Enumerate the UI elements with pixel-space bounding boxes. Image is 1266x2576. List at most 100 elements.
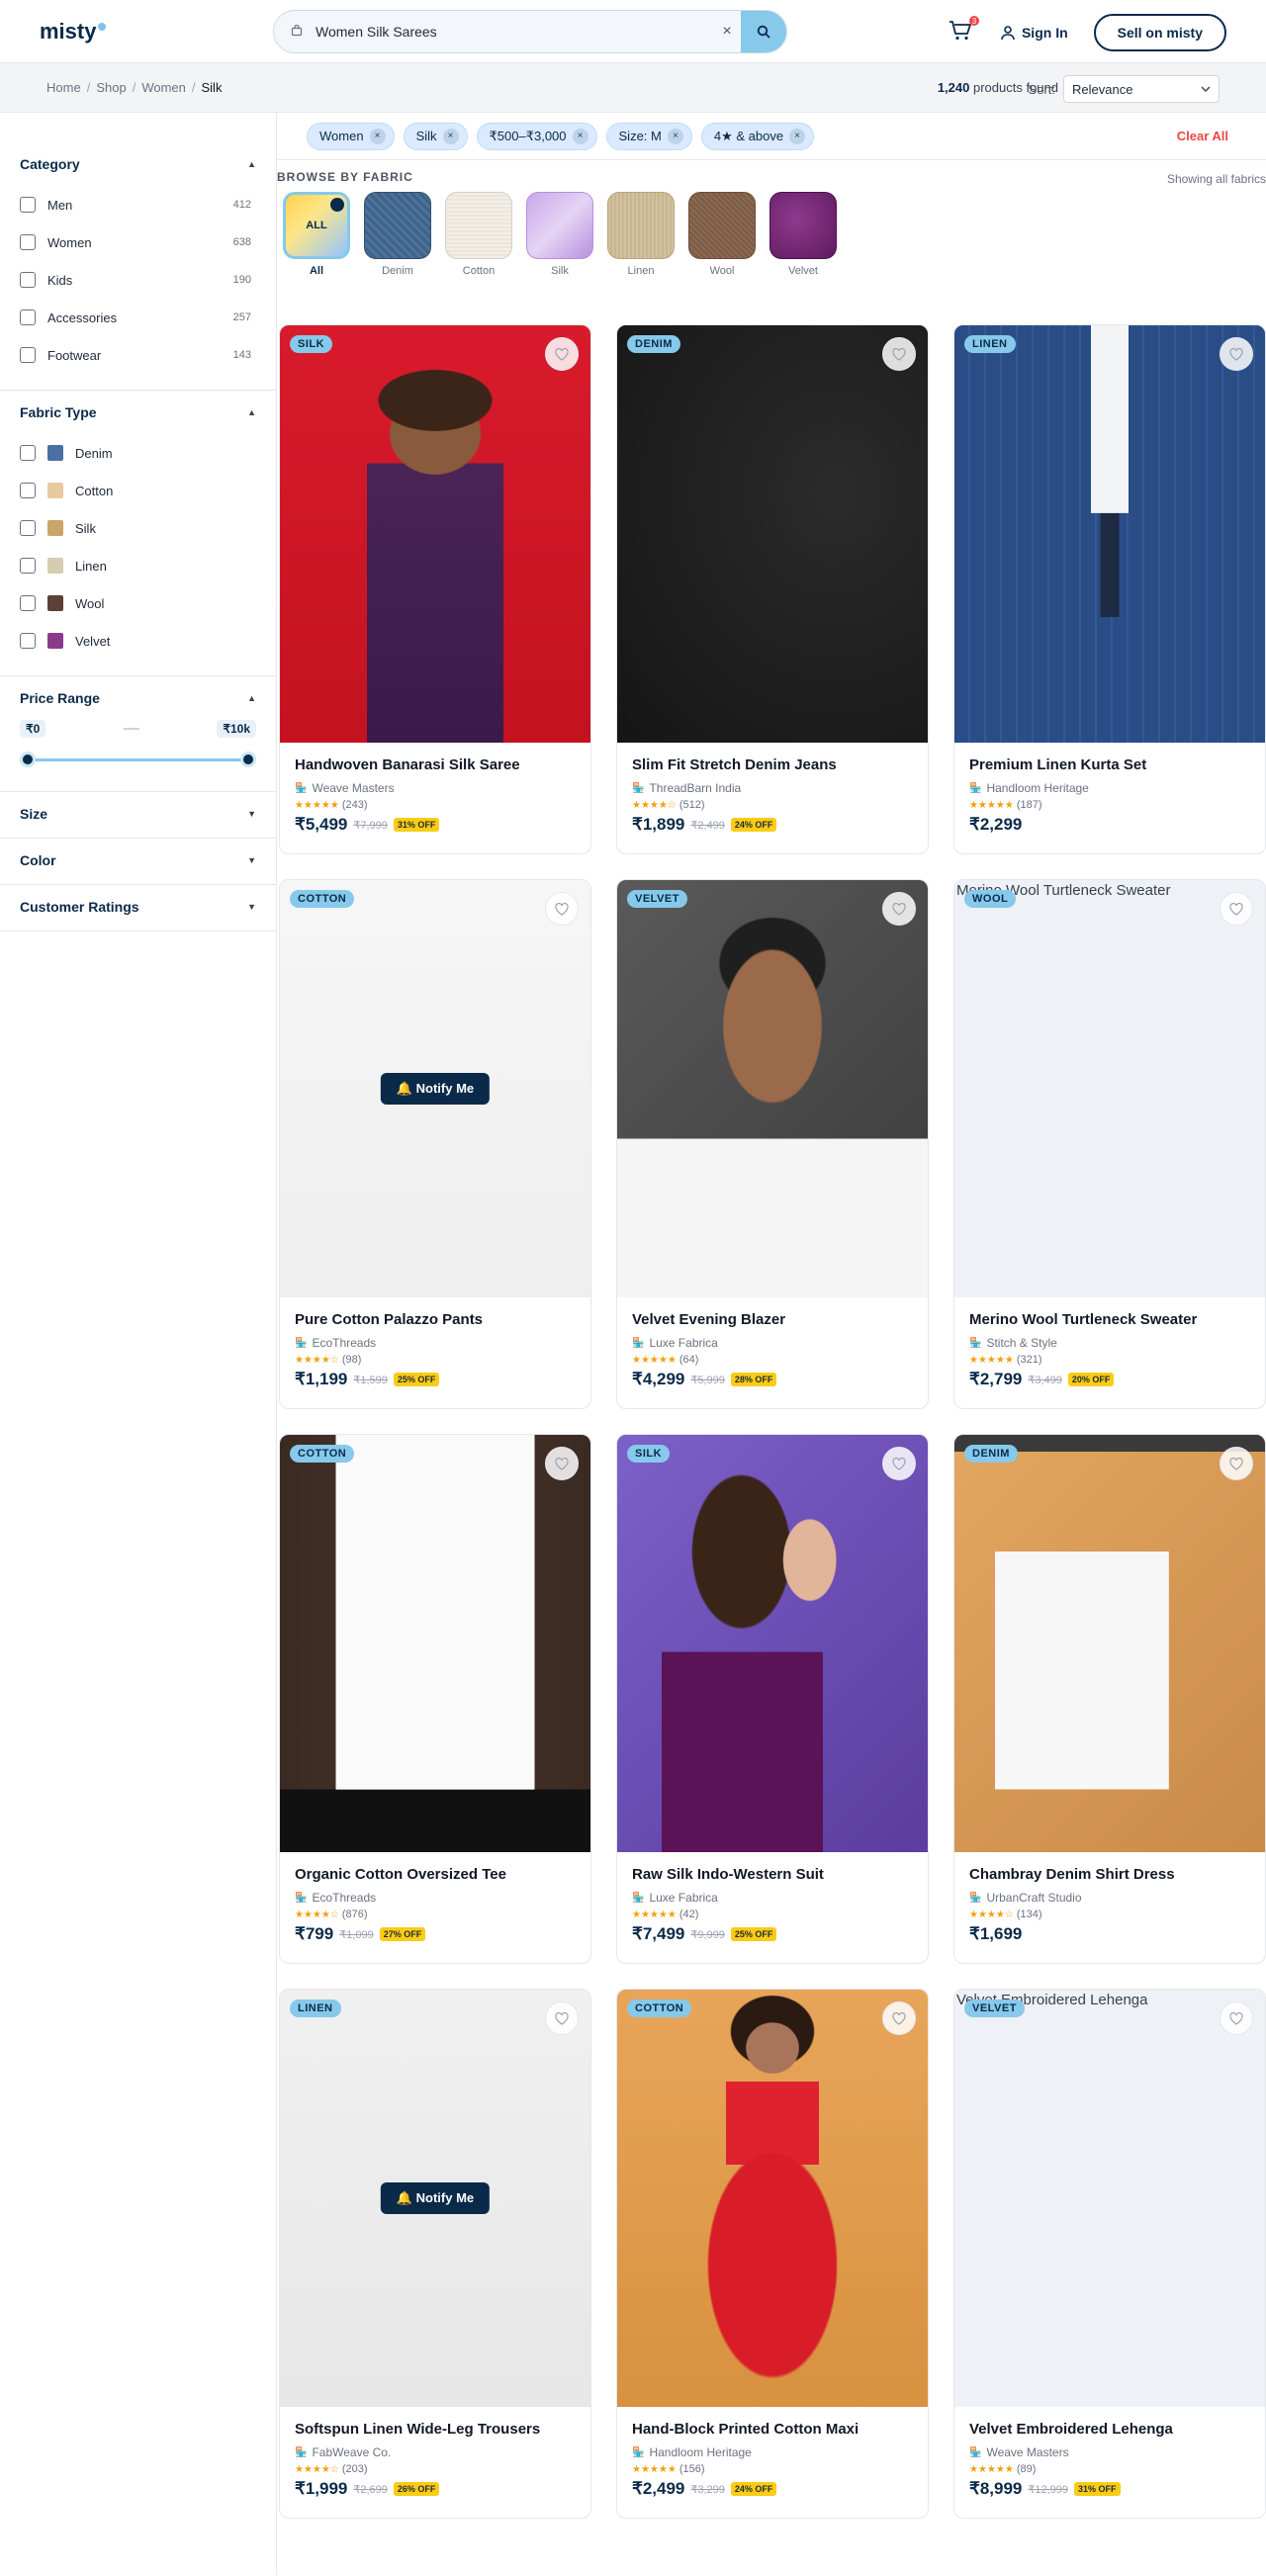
fabric-tile-silk[interactable]: Silk	[525, 192, 594, 277]
remove-chip-icon[interactable]: ×	[667, 128, 683, 144]
wishlist-heart-icon[interactable]	[545, 2001, 579, 2035]
price-min-handle[interactable]	[20, 752, 36, 767]
category-option[interactable]: Footwear 143	[20, 336, 256, 374]
checkbox[interactable]	[20, 633, 36, 649]
product-card[interactable]: COTTON Hand-Block Printed Cotton Maxi 🏪 Han…	[616, 1989, 929, 2519]
price-max-handle[interactable]	[240, 752, 256, 767]
fabric-tile-cotton[interactable]: Cotton	[444, 192, 513, 277]
fabric-tile-denim[interactable]: Denim	[363, 192, 432, 277]
product-title[interactable]: Slim Fit Stretch Denim Jeans	[632, 756, 913, 773]
sign-in-link[interactable]: Sign In	[1000, 25, 1068, 41]
checkbox[interactable]	[20, 483, 36, 498]
category-option[interactable]: Men 412	[20, 186, 256, 223]
product-title[interactable]: Organic Cotton Oversized Tee	[295, 1866, 576, 1883]
seller[interactable]: 🏪 Handloom Heritage	[969, 781, 1250, 795]
filter-chip[interactable]: ₹500–₹3,000 ×	[476, 122, 597, 150]
price-min[interactable]: ₹0	[20, 720, 46, 738]
wishlist-heart-icon[interactable]	[1220, 1447, 1253, 1480]
checkbox[interactable]	[20, 272, 36, 288]
fabric-tile-velvet[interactable]: Velvet	[769, 192, 838, 277]
wishlist-heart-icon[interactable]	[545, 337, 579, 371]
wishlist-heart-icon[interactable]	[545, 1447, 579, 1480]
product-title[interactable]: Raw Silk Indo-Western Suit	[632, 1866, 913, 1883]
product-title[interactable]: Velvet Embroidered Lehenga	[969, 2421, 1250, 2438]
seller[interactable]: 🏪 EcoThreads	[295, 1336, 576, 1350]
seller[interactable]: 🏪 FabWeave Co.	[295, 2445, 576, 2459]
product-title[interactable]: Hand-Block Printed Cotton Maxi	[632, 2421, 913, 2438]
remove-chip-icon[interactable]: ×	[572, 128, 588, 144]
seller[interactable]: 🏪 UrbanCraft Studio	[969, 1891, 1250, 1905]
seller[interactable]: 🏪 Handloom Heritage	[632, 2445, 913, 2459]
search-button[interactable]	[741, 11, 786, 52]
checkbox[interactable]	[20, 595, 36, 611]
filter-chip[interactable]: 4★ & above ×	[700, 122, 815, 150]
cart-button[interactable]: 3	[949, 16, 979, 45]
wishlist-heart-icon[interactable]	[882, 1447, 916, 1480]
breadcrumb-shop[interactable]: Shop	[96, 80, 126, 95]
fabric-tile-wool[interactable]: Wool	[687, 192, 757, 277]
product-card[interactable]: COTTON Organic Cotton Oversized Tee 🏪 EcoTh…	[279, 1434, 591, 1964]
color-filter-header[interactable]: Color ▼	[20, 852, 256, 868]
clear-all-link[interactable]: Clear All	[1177, 129, 1228, 143]
category-option[interactable]: Accessories 257	[20, 299, 256, 336]
filter-chip[interactable]: Silk ×	[403, 122, 468, 150]
checkbox[interactable]	[20, 234, 36, 250]
breadcrumb-women[interactable]: Women	[141, 80, 186, 95]
wishlist-heart-icon[interactable]	[882, 2001, 916, 2035]
category-option[interactable]: Women 638	[20, 223, 256, 261]
wishlist-heart-icon[interactable]	[1220, 892, 1253, 926]
fabric-option[interactable]: Cotton	[20, 472, 256, 509]
checkbox[interactable]	[20, 558, 36, 574]
checkbox[interactable]	[20, 520, 36, 536]
product-title[interactable]: Merino Wool Turtleneck Sweater	[969, 1311, 1250, 1328]
fabric-option[interactable]: Wool	[20, 584, 256, 622]
wishlist-heart-icon[interactable]	[882, 337, 916, 371]
seller[interactable]: 🏪 Stitch & Style	[969, 1336, 1250, 1350]
checkbox[interactable]	[20, 347, 36, 363]
category-option[interactable]: Kids 190	[20, 261, 256, 299]
product-card[interactable]: SILK Handwoven Banarasi Silk Saree 🏪 Weave …	[279, 324, 591, 854]
product-title[interactable]: Premium Linen Kurta Set	[969, 756, 1250, 773]
seller[interactable]: 🏪 ThreadBarn India	[632, 781, 913, 795]
product-title[interactable]: Chambray Denim Shirt Dress	[969, 1866, 1250, 1883]
fabric-option[interactable]: Linen	[20, 547, 256, 584]
seller[interactable]: 🏪 Luxe Fabrica	[632, 1336, 913, 1350]
ratings-filter-header[interactable]: Customer Ratings ▼	[20, 899, 256, 915]
breadcrumb-home[interactable]: Home	[46, 80, 81, 95]
remove-chip-icon[interactable]: ×	[442, 128, 459, 144]
product-card[interactable]: COTTON 🔔 Notify Me Pure Cotton Palazzo Pan…	[279, 879, 591, 1409]
product-title[interactable]: Softspun Linen Wide-Leg Trousers	[295, 2421, 576, 2438]
product-title[interactable]: Handwoven Banarasi Silk Saree	[295, 756, 576, 773]
fabric-option[interactable]: Velvet	[20, 622, 256, 660]
wishlist-heart-icon[interactable]	[1220, 337, 1253, 371]
remove-chip-icon[interactable]: ×	[789, 128, 806, 144]
seller[interactable]: 🏪 EcoThreads	[295, 1891, 576, 1905]
fabric-option[interactable]: Silk	[20, 509, 256, 547]
clear-search-icon[interactable]: ×	[713, 23, 741, 41]
seller[interactable]: 🏪 Weave Masters	[969, 2445, 1250, 2459]
wishlist-heart-icon[interactable]	[545, 892, 579, 926]
product-card[interactable]: LINEN Premium Linen Kurta Set 🏪 Handloom He…	[953, 324, 1266, 854]
logo[interactable]: misty	[40, 19, 274, 44]
sort-select[interactable]: Relevance	[1063, 75, 1220, 103]
product-card[interactable]: LINEN 🔔 Notify Me Softspun Linen Wide-Leg …	[279, 1989, 591, 2519]
product-title[interactable]: Pure Cotton Palazzo Pants	[295, 1311, 576, 1328]
seller[interactable]: 🏪 Weave Masters	[295, 781, 576, 795]
price-max[interactable]: ₹10k	[217, 720, 256, 738]
product-card[interactable]: Merino Wool Turtleneck Sweater WOOL Merino…	[953, 879, 1266, 1409]
checkbox[interactable]	[20, 197, 36, 213]
search-input[interactable]	[310, 24, 713, 40]
product-title[interactable]: Velvet Evening Blazer	[632, 1311, 913, 1328]
fabric-tile-all[interactable]: ALL ✓ All	[282, 192, 351, 277]
wishlist-heart-icon[interactable]	[882, 892, 916, 926]
checkbox[interactable]	[20, 445, 36, 461]
notify-me-button[interactable]: 🔔 Notify Me	[380, 2182, 491, 2214]
price-slider[interactable]	[20, 752, 256, 767]
wishlist-heart-icon[interactable]	[1220, 2001, 1253, 2035]
remove-chip-icon[interactable]: ×	[369, 128, 386, 144]
fabric-filter-header[interactable]: Fabric Type ▲	[20, 404, 256, 420]
filter-chip[interactable]: Size: M ×	[605, 122, 692, 150]
fabric-tile-linen[interactable]: Linen	[606, 192, 676, 277]
product-card[interactable]: VELVET Velvet Evening Blazer 🏪 Luxe Fabrica…	[616, 879, 929, 1409]
product-card[interactable]: DENIM Slim Fit Stretch Denim Jeans 🏪 Thread…	[616, 324, 929, 854]
